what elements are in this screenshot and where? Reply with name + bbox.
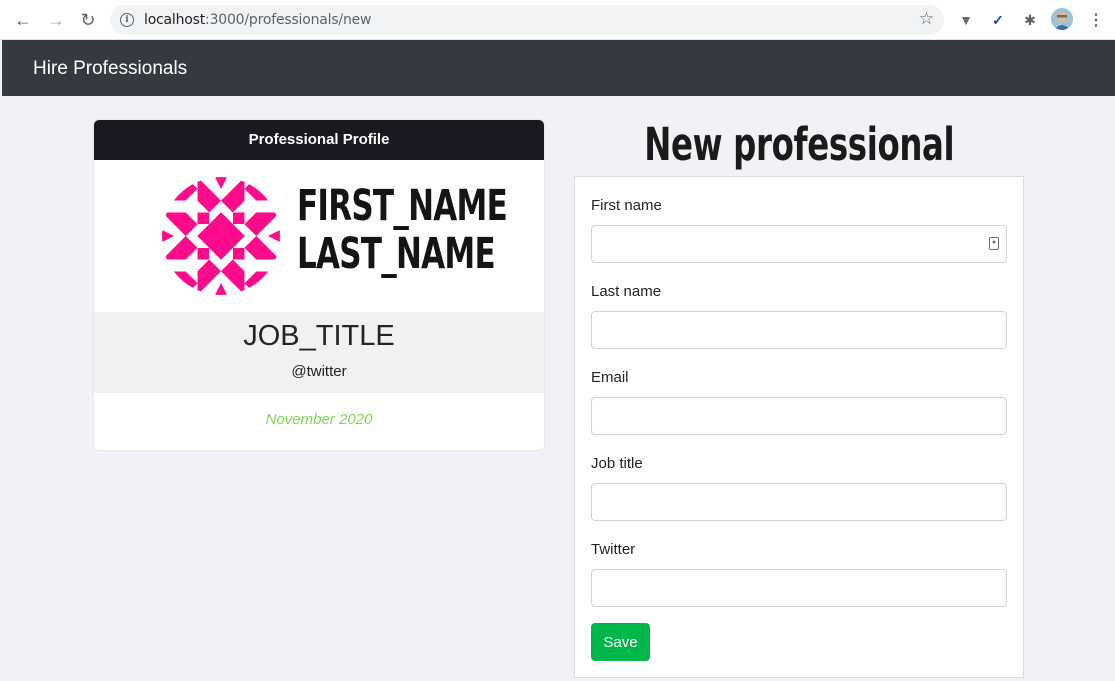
back-arrow-icon[interactable]: ← (11, 8, 35, 32)
browser-toolbar: ← → ↻ i localhost:3000/professionals/new… (0, 0, 1115, 40)
extensions-puzzle-icon[interactable]: ✱ (1019, 9, 1041, 31)
profile-avatar[interactable] (1051, 8, 1073, 30)
first-name-input[interactable] (591, 225, 1007, 263)
twitter-input[interactable] (591, 569, 1007, 607)
extension-icon[interactable]: ✓ (987, 9, 1009, 31)
email-label: Email (591, 369, 629, 386)
last-name-input[interactable] (591, 311, 1007, 349)
job-title-input[interactable] (591, 483, 1007, 521)
forward-arrow-icon[interactable]: → (44, 8, 68, 32)
twitter-handle-display: @twitter (291, 363, 347, 380)
app-navbar: Hire Professionals (2, 40, 1115, 96)
reload-icon[interactable]: ↻ (76, 8, 100, 32)
autofill-contact-icon[interactable]: ● (989, 237, 999, 250)
professional-name: FIRST_NAME LAST_NAME (297, 182, 544, 278)
first-name-wrapper: ● (575, 225, 1025, 263)
new-professional-form: First name ● Last name Email Job title T… (574, 176, 1024, 678)
info-icon[interactable]: i (120, 13, 134, 27)
card-header: Professional Profile (94, 120, 544, 160)
profile-card: Professional Profile FIRST_NAME LAST_NAM… (94, 120, 544, 450)
navbar-brand[interactable]: Hire Professionals (33, 58, 187, 80)
twitter-label: Twitter (591, 541, 636, 558)
save-button[interactable]: Save (591, 623, 650, 661)
url-text: localhost:3000/professionals/new (144, 12, 372, 28)
address-bar[interactable]: i localhost:3000/professionals/new ☆ (110, 5, 944, 35)
last-name-display: LAST_NAME (297, 229, 496, 279)
email-input[interactable] (591, 397, 1007, 435)
job-title-label: Job title (591, 455, 643, 472)
first-name-display: FIRST_NAME (297, 181, 508, 231)
kebab-menu-icon[interactable]: ⋮ (1088, 10, 1104, 30)
identicon-avatar (162, 177, 280, 295)
star-icon[interactable]: ☆ (919, 9, 934, 29)
page-title: New professional (643, 118, 955, 171)
first-name-label: First name (591, 197, 662, 214)
card-details: JOB_TITLE @twitter (94, 312, 544, 393)
card-footer: November 2020 (94, 393, 544, 450)
profile-date: November 2020 (265, 411, 373, 428)
job-title-display: JOB_TITLE (243, 320, 395, 352)
vue-devtools-icon[interactable]: ▼ (955, 9, 977, 31)
card-identity: FIRST_NAME LAST_NAME (94, 160, 544, 312)
last-name-label: Last name (591, 283, 662, 300)
